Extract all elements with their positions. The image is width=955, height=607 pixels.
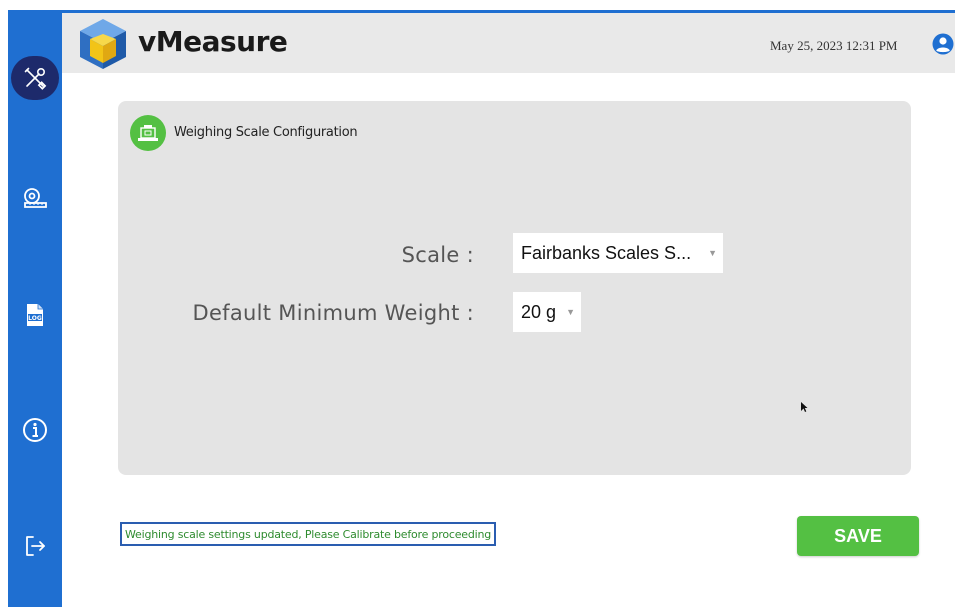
sidebar-item-tools[interactable] [11, 56, 59, 100]
sidebar-item-measure[interactable] [8, 176, 62, 220]
card-title: Weighing Scale Configuration [174, 125, 358, 140]
dropdown-caret-icon: ▼ [566, 307, 575, 317]
measuring-tape-icon [24, 188, 47, 208]
vmeasure-logo [80, 19, 126, 69]
min-weight-dropdown-value: 20 g [521, 301, 557, 322]
user-icon[interactable] [932, 33, 954, 55]
header: vMeasure May 25, 2023 12:31 PM [62, 13, 955, 73]
svg-text:LOG: LOG [28, 315, 42, 322]
brand-name: vMeasure [138, 25, 288, 58]
save-button[interactable]: SAVE [797, 516, 919, 556]
scale-label: Scale : [401, 243, 474, 267]
sidebar-item-log[interactable]: LOG [8, 293, 62, 337]
min-weight-dropdown[interactable]: 20 g ▼ [513, 292, 581, 332]
scale-config-icon [130, 115, 166, 151]
logout-icon [26, 536, 45, 556]
status-message: Weighing scale settings updated, Please … [120, 522, 497, 546]
tools-icon [24, 67, 47, 90]
sidebar: LOG [8, 10, 62, 607]
info-icon [23, 418, 47, 442]
dropdown-caret-icon: ▼ [708, 248, 717, 258]
datetime: May 25, 2023 12:31 PM [770, 38, 898, 53]
config-card: Weighing Scale Configuration Scale : Fai… [118, 101, 911, 475]
app-root: LOG vMeasure May 25, 2023 12:31 PM Weigh… [0, 0, 955, 607]
sidebar-item-info[interactable] [8, 408, 62, 452]
sidebar-item-logout[interactable] [8, 524, 62, 568]
scale-dropdown[interactable]: Fairbanks Scales S... ▼ [513, 233, 723, 273]
min-weight-label: Default Minimum Weight : [192, 301, 474, 325]
mouse-cursor-icon [801, 402, 808, 412]
log-file-icon: LOG [27, 304, 43, 326]
scale-dropdown-value: Fairbanks Scales S... [521, 242, 692, 263]
